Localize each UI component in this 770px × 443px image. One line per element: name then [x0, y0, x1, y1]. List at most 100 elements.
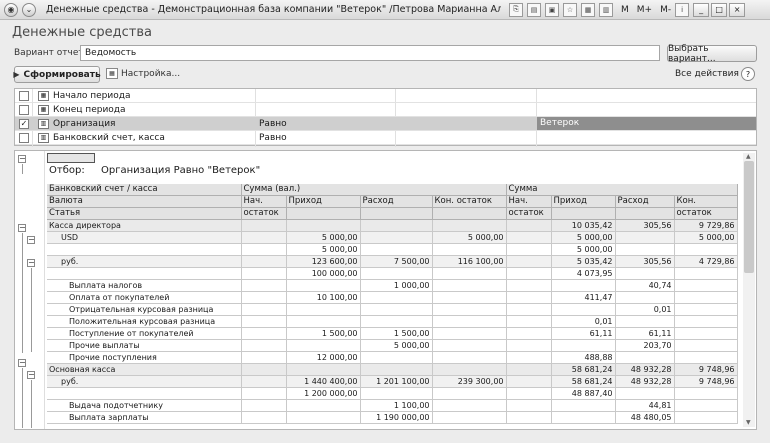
tree-line [31, 380, 32, 428]
value-cell: 123 600,00 [286, 255, 361, 269]
close-icon[interactable]: × [729, 2, 746, 17]
filter-row[interactable]: ✓ ▥ Организация Равно Ветерок [15, 117, 756, 131]
collapse-icon[interactable]: − [27, 371, 35, 379]
value-cell: 305,56 [615, 255, 675, 269]
value-cell [615, 291, 675, 305]
filter-checkbox[interactable] [19, 90, 29, 101]
value-cell [432, 351, 507, 365]
row-name-cell: руб. [47, 255, 242, 269]
help-icon[interactable]: ? [741, 67, 755, 81]
header-cell: Валюта [47, 195, 242, 209]
save-icon[interactable]: ▣ [545, 2, 559, 17]
scroll-up-icon[interactable]: ▲ [746, 153, 751, 160]
table-row[interactable]: Прочие поступления 12 000,00 488,88 [47, 351, 738, 365]
value-cell: 5 000,00 [360, 339, 433, 353]
header-cell [286, 207, 361, 221]
calendar-icon: ▦ [38, 90, 49, 101]
table-row[interactable]: 100 000,00 4 073,95 [47, 267, 738, 281]
filter-condition[interactable]: Равно [259, 119, 287, 129]
table-row[interactable]: Касса директора 10 035,42 305,56 9 729,86 [47, 219, 738, 233]
table-row[interactable]: Оплата от покупателей 10 100,00 411,47 [47, 291, 738, 305]
minimize-icon[interactable]: _ [693, 2, 710, 17]
row-name-cell: Основная касса [47, 363, 242, 377]
page-title: Денежные средства [12, 25, 152, 40]
filter-name: Начало периода [53, 90, 131, 101]
collapse-icon[interactable]: − [27, 259, 35, 267]
table-row[interactable]: Поступление от покупателей 1 500,00 1 500,… [47, 327, 738, 341]
print-icon[interactable]: ▤ [527, 2, 541, 17]
header-cell: Расход [615, 195, 675, 209]
table-row[interactable]: Основная касса 58 681,24 48 932,28 9 748,96 [47, 363, 738, 377]
collapse-icon[interactable]: − [27, 236, 35, 244]
row-name-cell: USD [47, 231, 242, 245]
memory-m-button[interactable]: M [621, 5, 629, 15]
settings-link[interactable]: ▦ Настройка... [106, 68, 180, 79]
value-cell: 58 681,24 [551, 375, 616, 389]
value-cell [615, 231, 675, 245]
value-cell [241, 339, 287, 353]
table-row[interactable]: USD 5 000,00 5 000,00 5 000,00 5 000,00 [47, 231, 738, 245]
value-cell [360, 231, 433, 245]
app-menu-icon[interactable]: ◉ [4, 2, 18, 17]
scroll-down-icon[interactable]: ▼ [746, 419, 751, 426]
table-row[interactable]: Выдача подотчетнику 1 100,00 44,81 [47, 399, 738, 413]
value-cell: 5 000,00 [551, 231, 616, 245]
header-cell: Нач. [241, 195, 287, 209]
header-row: Статья остаток остаток остаток [47, 207, 738, 221]
catalog-icon: ▥ [38, 132, 49, 143]
value-cell [674, 399, 738, 413]
collapse-icon[interactable]: − [18, 155, 26, 163]
variant-input[interactable]: Ведомость [80, 45, 660, 61]
memory-mplus-button[interactable]: M+ [637, 5, 652, 15]
table-row[interactable]: Выплата налогов 1 000,00 40,74 [47, 279, 738, 293]
value-cell [360, 267, 433, 281]
value-cell [506, 303, 552, 317]
table-row[interactable]: Прочие выплаты 5 000,00 203,70 [47, 339, 738, 353]
table-row[interactable]: Отрицательная курсовая разница 0,01 [47, 303, 738, 317]
link-icon[interactable]: ⎘ [509, 2, 523, 17]
maximize-icon[interactable]: □ [711, 2, 728, 17]
table-row[interactable]: Положительная курсовая разница 0,01 [47, 315, 738, 329]
all-actions-menu[interactable]: Все действия ▾ [675, 69, 746, 79]
row-name-cell: Прочие выплаты [47, 339, 242, 353]
info-icon[interactable]: i [675, 2, 690, 17]
filter-checkbox-checked[interactable]: ✓ [19, 118, 29, 129]
calculator-icon[interactable]: ▥ [599, 2, 613, 17]
filter-checkbox[interactable] [19, 132, 29, 143]
table-row[interactable]: Выплата зарплаты 1 190 000,00 48 480,05 [47, 411, 738, 425]
filter-value[interactable]: Ветерок [537, 117, 756, 130]
filter-description: Организация Равно "Ветерок" [101, 165, 261, 176]
generate-button[interactable]: ▶ Сформировать [13, 66, 101, 83]
filter-checkbox[interactable] [19, 104, 29, 115]
tree-line [22, 368, 23, 428]
value-cell: 9 748,96 [674, 375, 738, 389]
value-cell [551, 399, 616, 413]
select-variant-button[interactable]: Выбрать вариант... [667, 44, 757, 64]
filter-row[interactable]: ▦ Конец периода [15, 103, 756, 117]
value-cell [286, 399, 361, 413]
value-cell: 411,47 [551, 291, 616, 305]
value-cell [360, 363, 433, 377]
value-cell: 1 100,00 [360, 399, 433, 413]
favorites-icon[interactable]: ☆ [563, 2, 577, 17]
value-cell [286, 219, 361, 233]
table-row[interactable]: руб. 123 600,00 7 500,00 116 100,00 5 035,42… [47, 255, 738, 269]
value-cell [506, 387, 552, 401]
memory-mminus-button[interactable]: M- [660, 5, 671, 15]
filter-condition[interactable]: Равно [259, 133, 287, 143]
value-cell: 48 932,28 [615, 375, 675, 389]
value-cell: 1 201 100,00 [360, 375, 433, 389]
filter-row[interactable]: ▦ Начало периода [15, 89, 756, 103]
value-cell [241, 399, 287, 413]
back-icon[interactable]: ⌄ [22, 2, 36, 17]
calendar-icon[interactable]: ▦ [581, 2, 595, 17]
collapse-icon[interactable]: − [18, 224, 26, 232]
collapse-icon[interactable]: − [18, 359, 26, 367]
table-row[interactable]: 5 000,00 5 000,00 [47, 243, 738, 257]
scrollbar-thumb[interactable] [744, 161, 754, 273]
value-cell [674, 327, 738, 341]
table-row[interactable]: руб. 1 440 400,00 1 201 100,00 239 300,00 58… [47, 375, 738, 389]
header-cell: остаток [506, 207, 552, 221]
filter-row[interactable]: ▥ Банковский счет, касса Равно [15, 131, 756, 145]
table-row[interactable]: 1 200 000,00 48 887,40 [47, 387, 738, 401]
